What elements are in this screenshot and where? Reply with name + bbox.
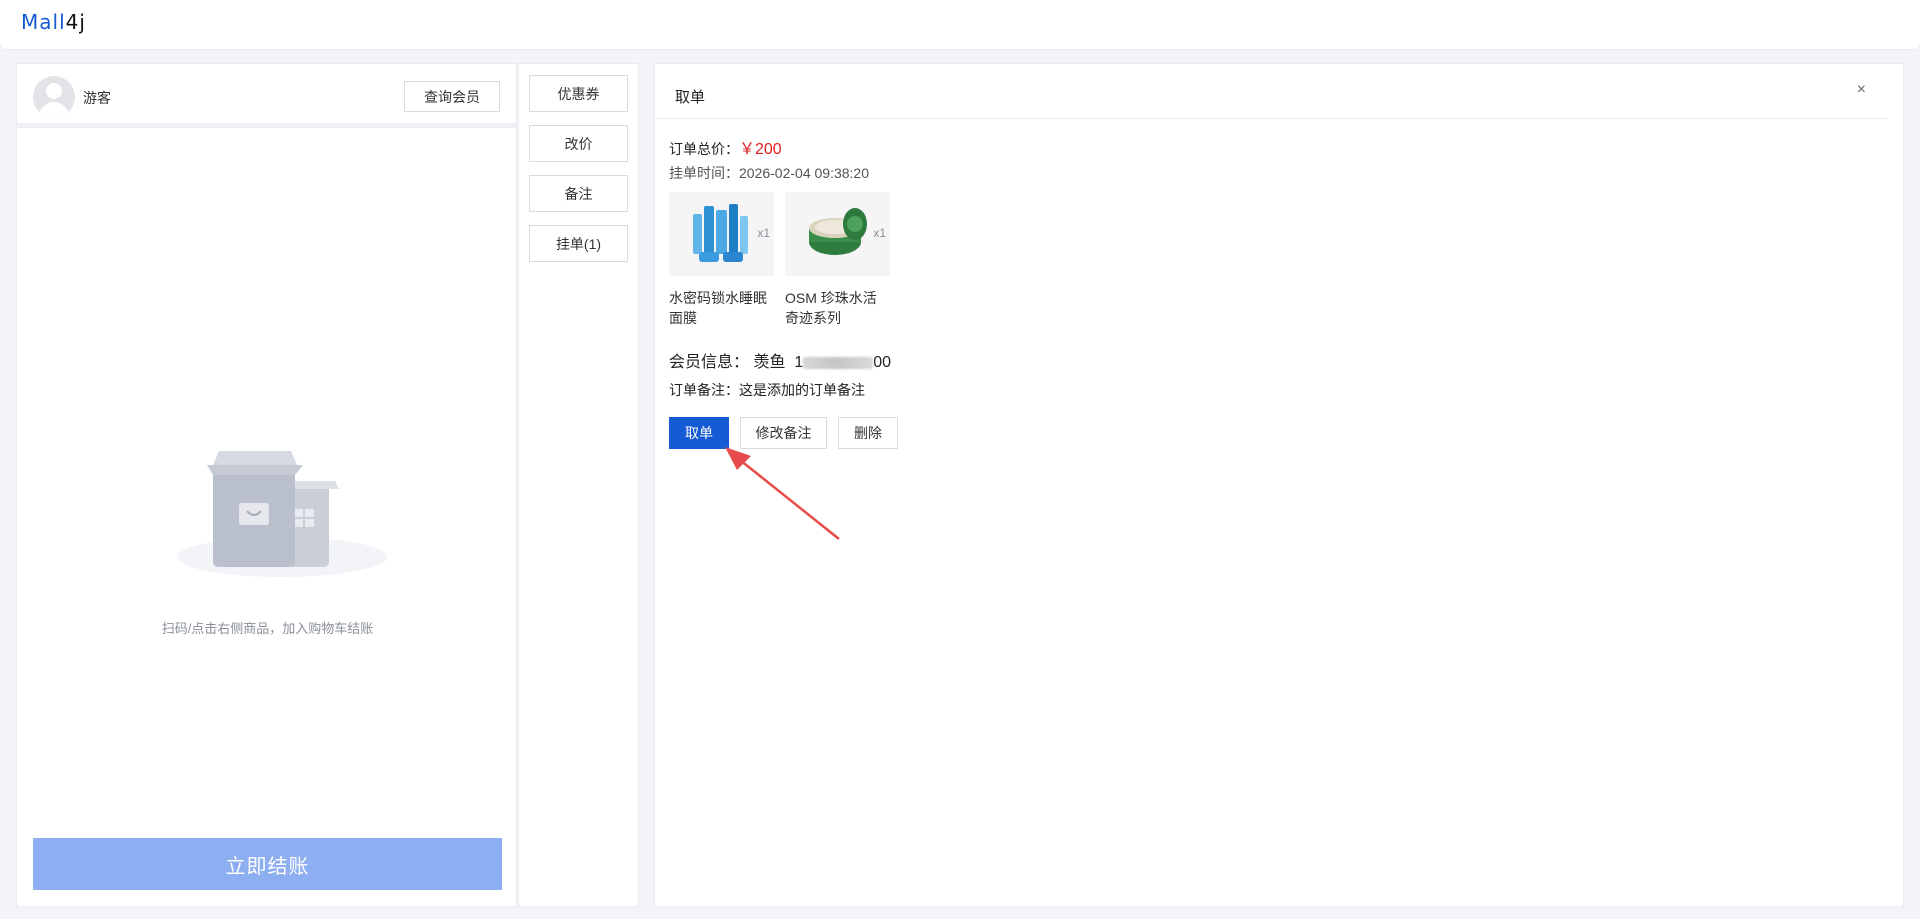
member-info-name: 羡鱼 xyxy=(753,354,786,371)
coupon-button[interactable]: 优惠券 xyxy=(529,75,628,112)
product-item[interactable]: x1 OSM 珍珠水活奇迹系列 xyxy=(785,192,890,328)
logo-text-mall: Mall xyxy=(21,10,66,34)
avatar-head-shape xyxy=(46,83,62,99)
annotation-arrow-icon xyxy=(725,447,840,540)
order-total: 订单总价：￥200 xyxy=(669,135,782,159)
query-member-button[interactable]: 查询会员 xyxy=(404,81,500,112)
member-bar: 游客 查询会员 xyxy=(17,64,516,128)
hang-time-value: 2026-02-04 09:38:20 xyxy=(739,165,869,181)
product-item[interactable]: x1 水密码锁水睡眠面膜 xyxy=(669,192,774,328)
empty-cart-illustration xyxy=(177,451,387,577)
avatar-body-shape xyxy=(39,102,69,118)
take-order-panel: 取单 × 订单总价：￥200 挂单时间：2026-02-04 09:38:20 … xyxy=(654,63,1904,907)
logo: Mall4j xyxy=(21,10,86,34)
panel-header: 取单 × xyxy=(655,64,1888,119)
member-phone-redacted xyxy=(803,356,874,369)
product-name: OSM 珍珠水活奇迹系列 xyxy=(785,290,877,326)
order-total-value: ￥200 xyxy=(739,141,782,158)
action-column: 优惠券 改价 备注 挂单(1) xyxy=(518,63,639,907)
member-name: 游客 xyxy=(83,90,111,106)
member-info: 会员信息： 羡鱼 1 00 xyxy=(669,348,891,372)
order-note: 订单备注：这是添加的订单备注 xyxy=(669,380,865,400)
hang-time-label: 挂单时间： xyxy=(669,165,739,181)
order-note-value: 这是添加的订单备注 xyxy=(739,382,865,398)
product-name: 水密码锁水睡眠面膜 xyxy=(669,290,767,326)
delete-button[interactable]: 删除 xyxy=(838,417,898,449)
logo-text-4j: 4j xyxy=(65,10,86,34)
product-thumbnail: x1 xyxy=(785,192,890,276)
order-total-label: 订单总价： xyxy=(669,141,739,157)
cart-panel: 游客 查询会员 扫码/点击右侧商品，加入购物车结账 立即结账 xyxy=(16,63,517,907)
empty-cart-text: 扫码/点击右侧商品，加入购物车结账 xyxy=(161,621,374,636)
member-phone-end: 00 xyxy=(873,354,892,371)
member-info-label: 会员信息： xyxy=(669,354,750,371)
member-phone-start: 1 xyxy=(794,354,804,371)
product-thumbnail: x1 xyxy=(669,192,774,276)
panel-title: 取单 xyxy=(675,89,706,106)
order-note-label: 订单备注： xyxy=(669,382,739,398)
hang-time: 挂单时间：2026-02-04 09:38:20 xyxy=(669,163,869,183)
take-order-button[interactable]: 取单 xyxy=(669,417,729,449)
checkout-button[interactable]: 立即结账 xyxy=(33,838,502,890)
edit-note-button[interactable]: 修改备注 xyxy=(740,417,827,449)
close-icon[interactable]: × xyxy=(1857,81,1866,99)
remark-button[interactable]: 备注 xyxy=(529,175,628,212)
avatar xyxy=(33,76,75,118)
change-price-button[interactable]: 改价 xyxy=(529,125,628,162)
top-bar: Mall4j xyxy=(0,0,1920,49)
hang-order-button[interactable]: 挂单(1) xyxy=(529,225,628,262)
product-qty: x1 xyxy=(873,226,886,240)
product-qty: x1 xyxy=(757,226,770,240)
